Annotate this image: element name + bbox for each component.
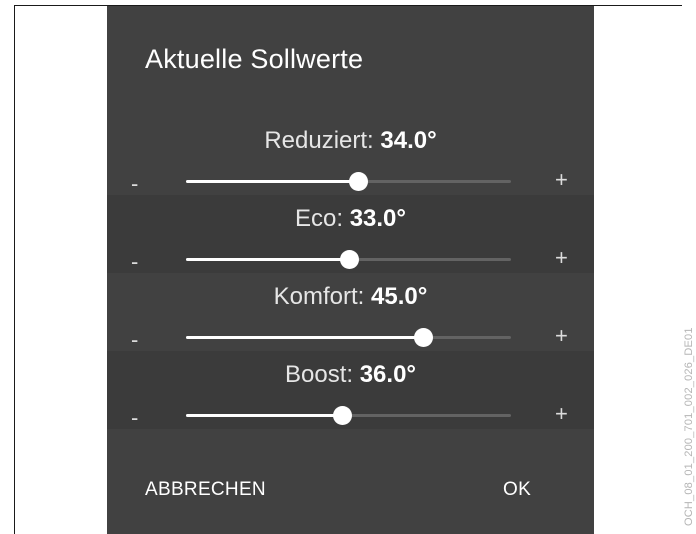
slider-fill [186,258,349,261]
setpoint-slider[interactable] [186,250,511,269]
setpoint-slider[interactable] [186,406,511,425]
increase-button[interactable]: + [555,247,568,269]
setpoint-row-boost: Boost: 36.0° - + [107,351,594,429]
setpoint-label: Boost: 36.0° [107,361,594,389]
setpoint-row-reduziert: Reduziert: 34.0° - + [107,117,594,195]
setpoint-label: Eco: 33.0° [107,205,594,233]
cancel-button[interactable]: ABBRECHEN [145,479,266,501]
increase-button[interactable]: + [555,325,568,347]
decrease-button[interactable]: - [131,251,138,273]
setpoint-name: Reduziert: [264,127,374,154]
slider-fill [186,336,424,339]
dialog-title: Aktuelle Sollwerte [145,44,364,74]
decrease-button[interactable]: - [131,173,138,195]
slider-thumb[interactable] [414,328,434,347]
increase-button[interactable]: + [555,403,568,425]
setpoint-row-eco: Eco: 33.0° - + [107,195,594,273]
setpoint-value: 33.0° [349,205,406,232]
setpoint-value: 34.0° [380,127,437,154]
slider-fill [186,414,342,417]
setpoint-name: Komfort: [273,283,365,310]
decrease-button[interactable]: - [131,329,138,351]
slider-thumb[interactable] [349,172,369,191]
slider-thumb[interactable] [333,406,352,425]
setpoint-name: Boost: [284,361,354,388]
slider-thumb[interactable] [339,250,359,269]
setpoint-label: Komfort: 45.0° [107,283,594,311]
setpoints-dialog: Aktuelle Sollwerte Reduziert: 34.0° - + … [107,6,594,534]
slider-fill [186,180,359,183]
setpoint-row-komfort: Komfort: 45.0° - + [107,273,594,351]
setpoint-slider[interactable] [186,172,511,191]
setpoint-name: Eco: [294,205,344,232]
frame-left-border [14,5,15,534]
setpoint-slider[interactable] [186,328,511,347]
setpoint-label: Reduziert: 34.0° [107,127,594,155]
increase-button[interactable]: + [555,169,568,191]
setpoint-value: 45.0° [371,283,428,310]
figure-code: OCH_08_01_200_701_002_026_DE01 [683,327,695,526]
decrease-button[interactable]: - [131,407,138,429]
setpoint-value: 36.0° [359,361,417,388]
ok-button[interactable]: OK [503,479,531,501]
